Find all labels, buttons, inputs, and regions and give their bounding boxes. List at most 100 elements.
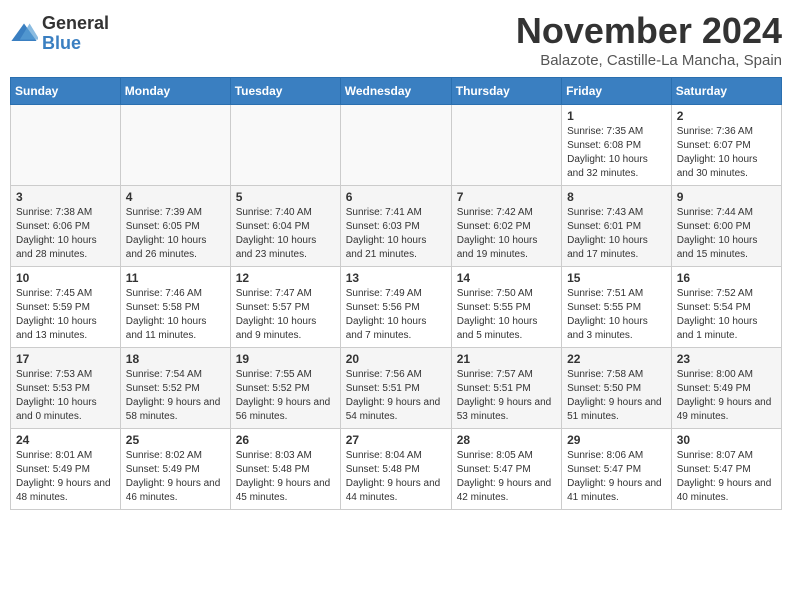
logo-blue-text: Blue: [42, 34, 109, 54]
calendar-cell: 17 Sunrise: 7:53 AMSunset: 5:53 PMDayligh…: [11, 348, 121, 429]
day-info: Sunrise: 7:58 AMSunset: 5:50 PMDaylight:…: [567, 368, 666, 424]
day-number: 30: [677, 433, 776, 447]
day-info: Sunrise: 7:40 AMSunset: 6:04 PMDaylight:…: [236, 206, 335, 262]
calendar-cell: 24 Sunrise: 8:01 AMSunset: 5:49 PMDayligh…: [11, 429, 121, 510]
calendar-cell: 10 Sunrise: 7:45 AMSunset: 5:59 PMDayligh…: [11, 267, 121, 348]
calendar-cell: [340, 105, 451, 186]
day-info: Sunrise: 8:04 AMSunset: 5:48 PMDaylight:…: [346, 449, 446, 505]
day-number: 11: [126, 271, 225, 285]
day-number: 17: [16, 352, 115, 366]
day-number: 29: [567, 433, 666, 447]
day-info: Sunrise: 7:50 AMSunset: 5:55 PMDaylight:…: [457, 287, 556, 343]
day-number: 12: [236, 271, 335, 285]
calendar-cell: 30 Sunrise: 8:07 AMSunset: 5:47 PMDayligh…: [671, 429, 781, 510]
day-number: 20: [346, 352, 446, 366]
day-info: Sunrise: 7:57 AMSunset: 5:51 PMDaylight:…: [457, 368, 556, 424]
calendar-cell: 18 Sunrise: 7:54 AMSunset: 5:52 PMDayligh…: [120, 348, 230, 429]
day-number: 18: [126, 352, 225, 366]
day-info: Sunrise: 7:51 AMSunset: 5:55 PMDaylight:…: [567, 287, 666, 343]
day-number: 15: [567, 271, 666, 285]
calendar-cell: 4Sunrise: 7:39 AMSunset: 6:05 PMDaylight…: [120, 186, 230, 267]
day-number: 25: [126, 433, 225, 447]
day-info: Sunrise: 7:53 AMSunset: 5:53 PMDaylight:…: [16, 368, 115, 424]
day-number: 16: [677, 271, 776, 285]
calendar-cell: 15 Sunrise: 7:51 AMSunset: 5:55 PMDayligh…: [562, 267, 672, 348]
calendar-week-row: 10 Sunrise: 7:45 AMSunset: 5:59 PMDayligh…: [11, 267, 782, 348]
day-number: 13: [346, 271, 446, 285]
calendar-cell: 13 Sunrise: 7:49 AMSunset: 5:56 PMDayligh…: [340, 267, 451, 348]
day-number: 21: [457, 352, 556, 366]
calendar-cell: 22 Sunrise: 7:58 AMSunset: 5:50 PMDayligh…: [562, 348, 672, 429]
day-number: 23: [677, 352, 776, 366]
calendar-cell: 23 Sunrise: 8:00 AMSunset: 5:49 PMDayligh…: [671, 348, 781, 429]
calendar-week-row: 24 Sunrise: 8:01 AMSunset: 5:49 PMDayligh…: [11, 429, 782, 510]
calendar-cell: [230, 105, 340, 186]
day-number: 1: [567, 109, 666, 123]
day-number: 26: [236, 433, 335, 447]
logo-general-text: General: [42, 14, 109, 34]
day-number: 8: [567, 190, 666, 204]
weekday-header-wednesday: Wednesday: [340, 78, 451, 105]
calendar-cell: 29 Sunrise: 8:06 AMSunset: 5:47 PMDayligh…: [562, 429, 672, 510]
calendar-cell: 26 Sunrise: 8:03 AMSunset: 5:48 PMDayligh…: [230, 429, 340, 510]
page-header: General Blue November 2024 Balazote, Cas…: [10, 10, 782, 69]
day-info: Sunrise: 7:39 AMSunset: 6:05 PMDaylight:…: [126, 206, 225, 262]
calendar-cell: [11, 105, 121, 186]
calendar-cell: 20 Sunrise: 7:56 AMSunset: 5:51 PMDayligh…: [340, 348, 451, 429]
day-number: 19: [236, 352, 335, 366]
day-info: Sunrise: 7:35 AMSunset: 6:08 PMDaylight:…: [567, 125, 666, 181]
day-info: Sunrise: 7:36 AMSunset: 6:07 PMDaylight:…: [677, 125, 776, 181]
day-number: 14: [457, 271, 556, 285]
calendar-cell: 19Sunrise: 7:55 AMSunset: 5:52 PMDayligh…: [230, 348, 340, 429]
calendar-cell: [120, 105, 230, 186]
day-info: Sunrise: 8:03 AMSunset: 5:48 PMDaylight:…: [236, 449, 335, 505]
title-area: November 2024 Balazote, Castille-La Manc…: [516, 10, 782, 69]
day-info: Sunrise: 7:49 AMSunset: 5:56 PMDaylight:…: [346, 287, 446, 343]
day-info: Sunrise: 7:47 AMSunset: 5:57 PMDaylight:…: [236, 287, 335, 343]
calendar-cell: 11 Sunrise: 7:46 AMSunset: 5:58 PMDayligh…: [120, 267, 230, 348]
weekday-header-monday: Monday: [120, 78, 230, 105]
day-number: 3: [16, 190, 115, 204]
day-info: Sunrise: 8:02 AMSunset: 5:49 PMDaylight:…: [126, 449, 225, 505]
calendar-cell: 12 Sunrise: 7:47 AMSunset: 5:57 PMDayligh…: [230, 267, 340, 348]
day-info: Sunrise: 8:05 AMSunset: 5:47 PMDaylight:…: [457, 449, 556, 505]
day-info: Sunrise: 7:45 AMSunset: 5:59 PMDaylight:…: [16, 287, 115, 343]
day-number: 22: [567, 352, 666, 366]
day-number: 10: [16, 271, 115, 285]
weekday-header-thursday: Thursday: [451, 78, 561, 105]
logo-icon: [10, 20, 38, 48]
calendar-cell: 8Sunrise: 7:43 AMSunset: 6:01 PMDaylight…: [562, 186, 672, 267]
day-info: Sunrise: 7:44 AMSunset: 6:00 PMDaylight:…: [677, 206, 776, 262]
day-info: Sunrise: 7:38 AMSunset: 6:06 PMDaylight:…: [16, 206, 115, 262]
day-info: Sunrise: 8:01 AMSunset: 5:49 PMDaylight:…: [16, 449, 115, 505]
day-number: 5: [236, 190, 335, 204]
calendar-cell: 5 Sunrise: 7:40 AMSunset: 6:04 PMDaylight…: [230, 186, 340, 267]
location-title: Balazote, Castille-La Mancha, Spain: [516, 52, 782, 69]
day-number: 24: [16, 433, 115, 447]
calendar-cell: 14 Sunrise: 7:50 AMSunset: 5:55 PMDayligh…: [451, 267, 561, 348]
day-number: 7: [457, 190, 556, 204]
day-info: Sunrise: 7:42 AMSunset: 6:02 PMDaylight:…: [457, 206, 556, 262]
day-number: 6: [346, 190, 446, 204]
calendar-cell: 3 Sunrise: 7:38 AMSunset: 6:06 PMDaylight…: [11, 186, 121, 267]
calendar-cell: 16Sunrise: 7:52 AMSunset: 5:54 PMDayligh…: [671, 267, 781, 348]
day-info: Sunrise: 8:06 AMSunset: 5:47 PMDaylight:…: [567, 449, 666, 505]
day-info: Sunrise: 7:46 AMSunset: 5:58 PMDaylight:…: [126, 287, 225, 343]
day-number: 9: [677, 190, 776, 204]
weekday-header-sunday: Sunday: [11, 78, 121, 105]
day-number: 27: [346, 433, 446, 447]
calendar-cell: 25 Sunrise: 8:02 AMSunset: 5:49 PMDayligh…: [120, 429, 230, 510]
day-info: Sunrise: 7:54 AMSunset: 5:52 PMDaylight:…: [126, 368, 225, 424]
day-info: Sunrise: 8:00 AMSunset: 5:49 PMDaylight:…: [677, 368, 776, 424]
calendar-cell: 6 Sunrise: 7:41 AMSunset: 6:03 PMDaylight…: [340, 186, 451, 267]
calendar-table: SundayMondayTuesdayWednesdayThursdayFrid…: [10, 77, 782, 510]
day-info: Sunrise: 7:56 AMSunset: 5:51 PMDaylight:…: [346, 368, 446, 424]
calendar-cell: 1 Sunrise: 7:35 AMSunset: 6:08 PMDaylight…: [562, 105, 672, 186]
calendar-cell: 28 Sunrise: 8:05 AMSunset: 5:47 PMDayligh…: [451, 429, 561, 510]
day-info: Sunrise: 7:41 AMSunset: 6:03 PMDaylight:…: [346, 206, 446, 262]
day-info: Sunrise: 8:07 AMSunset: 5:47 PMDaylight:…: [677, 449, 776, 505]
calendar-cell: 21 Sunrise: 7:57 AMSunset: 5:51 PMDayligh…: [451, 348, 561, 429]
day-number: 28: [457, 433, 556, 447]
calendar-week-row: 17 Sunrise: 7:53 AMSunset: 5:53 PMDayligh…: [11, 348, 782, 429]
calendar-cell: [451, 105, 561, 186]
